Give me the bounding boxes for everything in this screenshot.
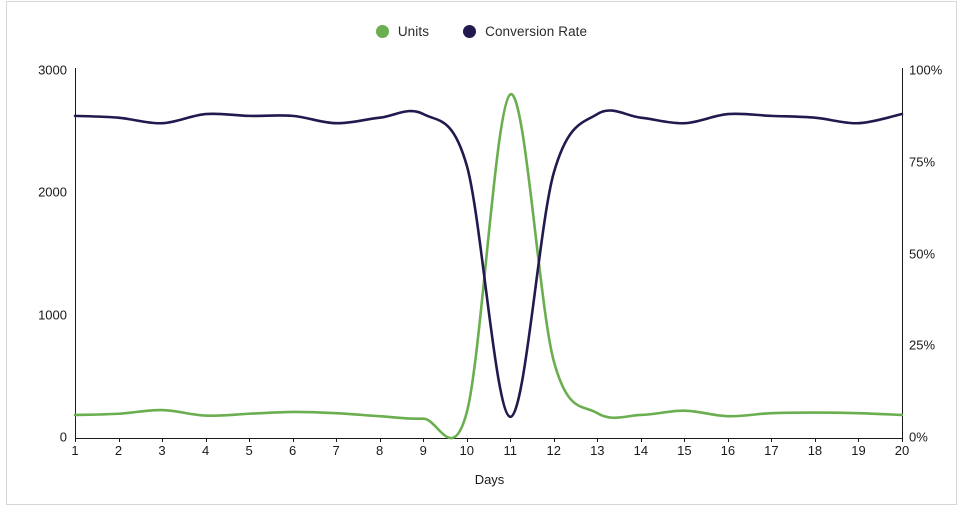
chart-legend: Units Conversion Rate	[7, 24, 956, 39]
x-axis-tick-mark	[118, 438, 120, 442]
x-axis-tick-mark	[814, 438, 816, 442]
x-axis-line	[75, 438, 903, 439]
x-axis-tick-label: 9	[419, 443, 427, 458]
x-axis-tick-mark	[292, 438, 294, 442]
x-axis-tick-mark	[249, 438, 251, 442]
x-axis-tick-mark	[640, 438, 642, 442]
x-axis-tick-mark	[902, 438, 903, 442]
x-axis-tick-label: 15	[677, 443, 692, 458]
x-axis-tick-label: 20	[894, 443, 910, 458]
series-line-conversion-rate	[73, 109, 904, 419]
y-axis-left-line	[75, 68, 76, 439]
x-axis-tick-label: 7	[332, 443, 340, 458]
x-axis-tick-mark	[727, 438, 729, 442]
x-axis-tick-label: 11	[503, 443, 518, 458]
x-axis-tick-label: 1	[71, 443, 79, 458]
x-axis-tick-label: 8	[376, 443, 384, 458]
legend-item-units[interactable]: Units	[375, 24, 430, 39]
x-axis-tick-label: 16	[720, 443, 736, 458]
x-axis-tick-mark	[205, 438, 207, 442]
series-line-units	[73, 93, 904, 440]
x-axis-tick-mark	[466, 438, 468, 442]
x-axis-tick-label: 17	[764, 443, 779, 458]
x-axis-tick-label: 12	[546, 443, 562, 458]
x-axis-tick-mark	[379, 438, 381, 442]
y-axis-right-tick-label: 100%	[909, 62, 943, 78]
legend-marker-units-icon	[375, 25, 389, 38]
x-axis-tick-mark	[75, 438, 76, 442]
y-axis-left-tick-label: 1000	[38, 307, 67, 323]
x-axis-tick-label: 10	[459, 443, 474, 458]
x-axis-tick-label: 18	[807, 443, 823, 458]
y-axis-right-tick-label: 25%	[909, 337, 936, 353]
x-axis-tick-label: 4	[201, 443, 210, 458]
x-axis-tick-label: 14	[633, 443, 649, 458]
x-axis-tick-label: 5	[245, 443, 253, 458]
chart-screenshot: Units Conversion Rate 0 1000 2000 3000 0% 25…	[0, 0, 965, 514]
y-axis-left-tick-label: 3000	[38, 62, 67, 78]
x-axis-tick-mark	[684, 438, 686, 442]
x-axis-tick-label: 3	[158, 443, 166, 458]
legend-label-conversion-rate: Conversion Rate	[485, 24, 588, 39]
x-axis-tick-mark	[510, 438, 512, 442]
y-axis-right-tick-label: 75%	[909, 154, 936, 170]
x-axis-tick-label: 19	[851, 443, 866, 458]
x-axis-tick-label: 6	[289, 443, 297, 458]
x-axis-tick-mark	[858, 438, 860, 442]
x-axis-tick-mark	[162, 438, 164, 442]
chart-card: Units Conversion Rate 0 1000 2000 3000 0% 25…	[6, 1, 957, 505]
legend-label-units: Units	[397, 24, 430, 39]
y-axis-left-tick-label: 2000	[38, 184, 67, 200]
x-axis-tick-mark	[771, 438, 773, 442]
x-axis-tick-mark	[423, 438, 425, 442]
y-axis-right-tick-label: 50%	[909, 246, 936, 261]
legend-item-conversion-rate[interactable]: Conversion Rate	[463, 24, 587, 39]
x-axis-tick-mark	[597, 438, 599, 442]
x-axis-tick-label: 13	[590, 443, 605, 458]
y-axis-right-line	[902, 68, 903, 439]
x-axis-tick-mark	[336, 438, 338, 442]
legend-marker-conversion-rate-icon	[463, 25, 477, 38]
x-axis-tick-mark	[553, 438, 555, 442]
x-axis-tick-label: 2	[114, 443, 123, 458]
x-axis-title: Days	[474, 472, 505, 487]
